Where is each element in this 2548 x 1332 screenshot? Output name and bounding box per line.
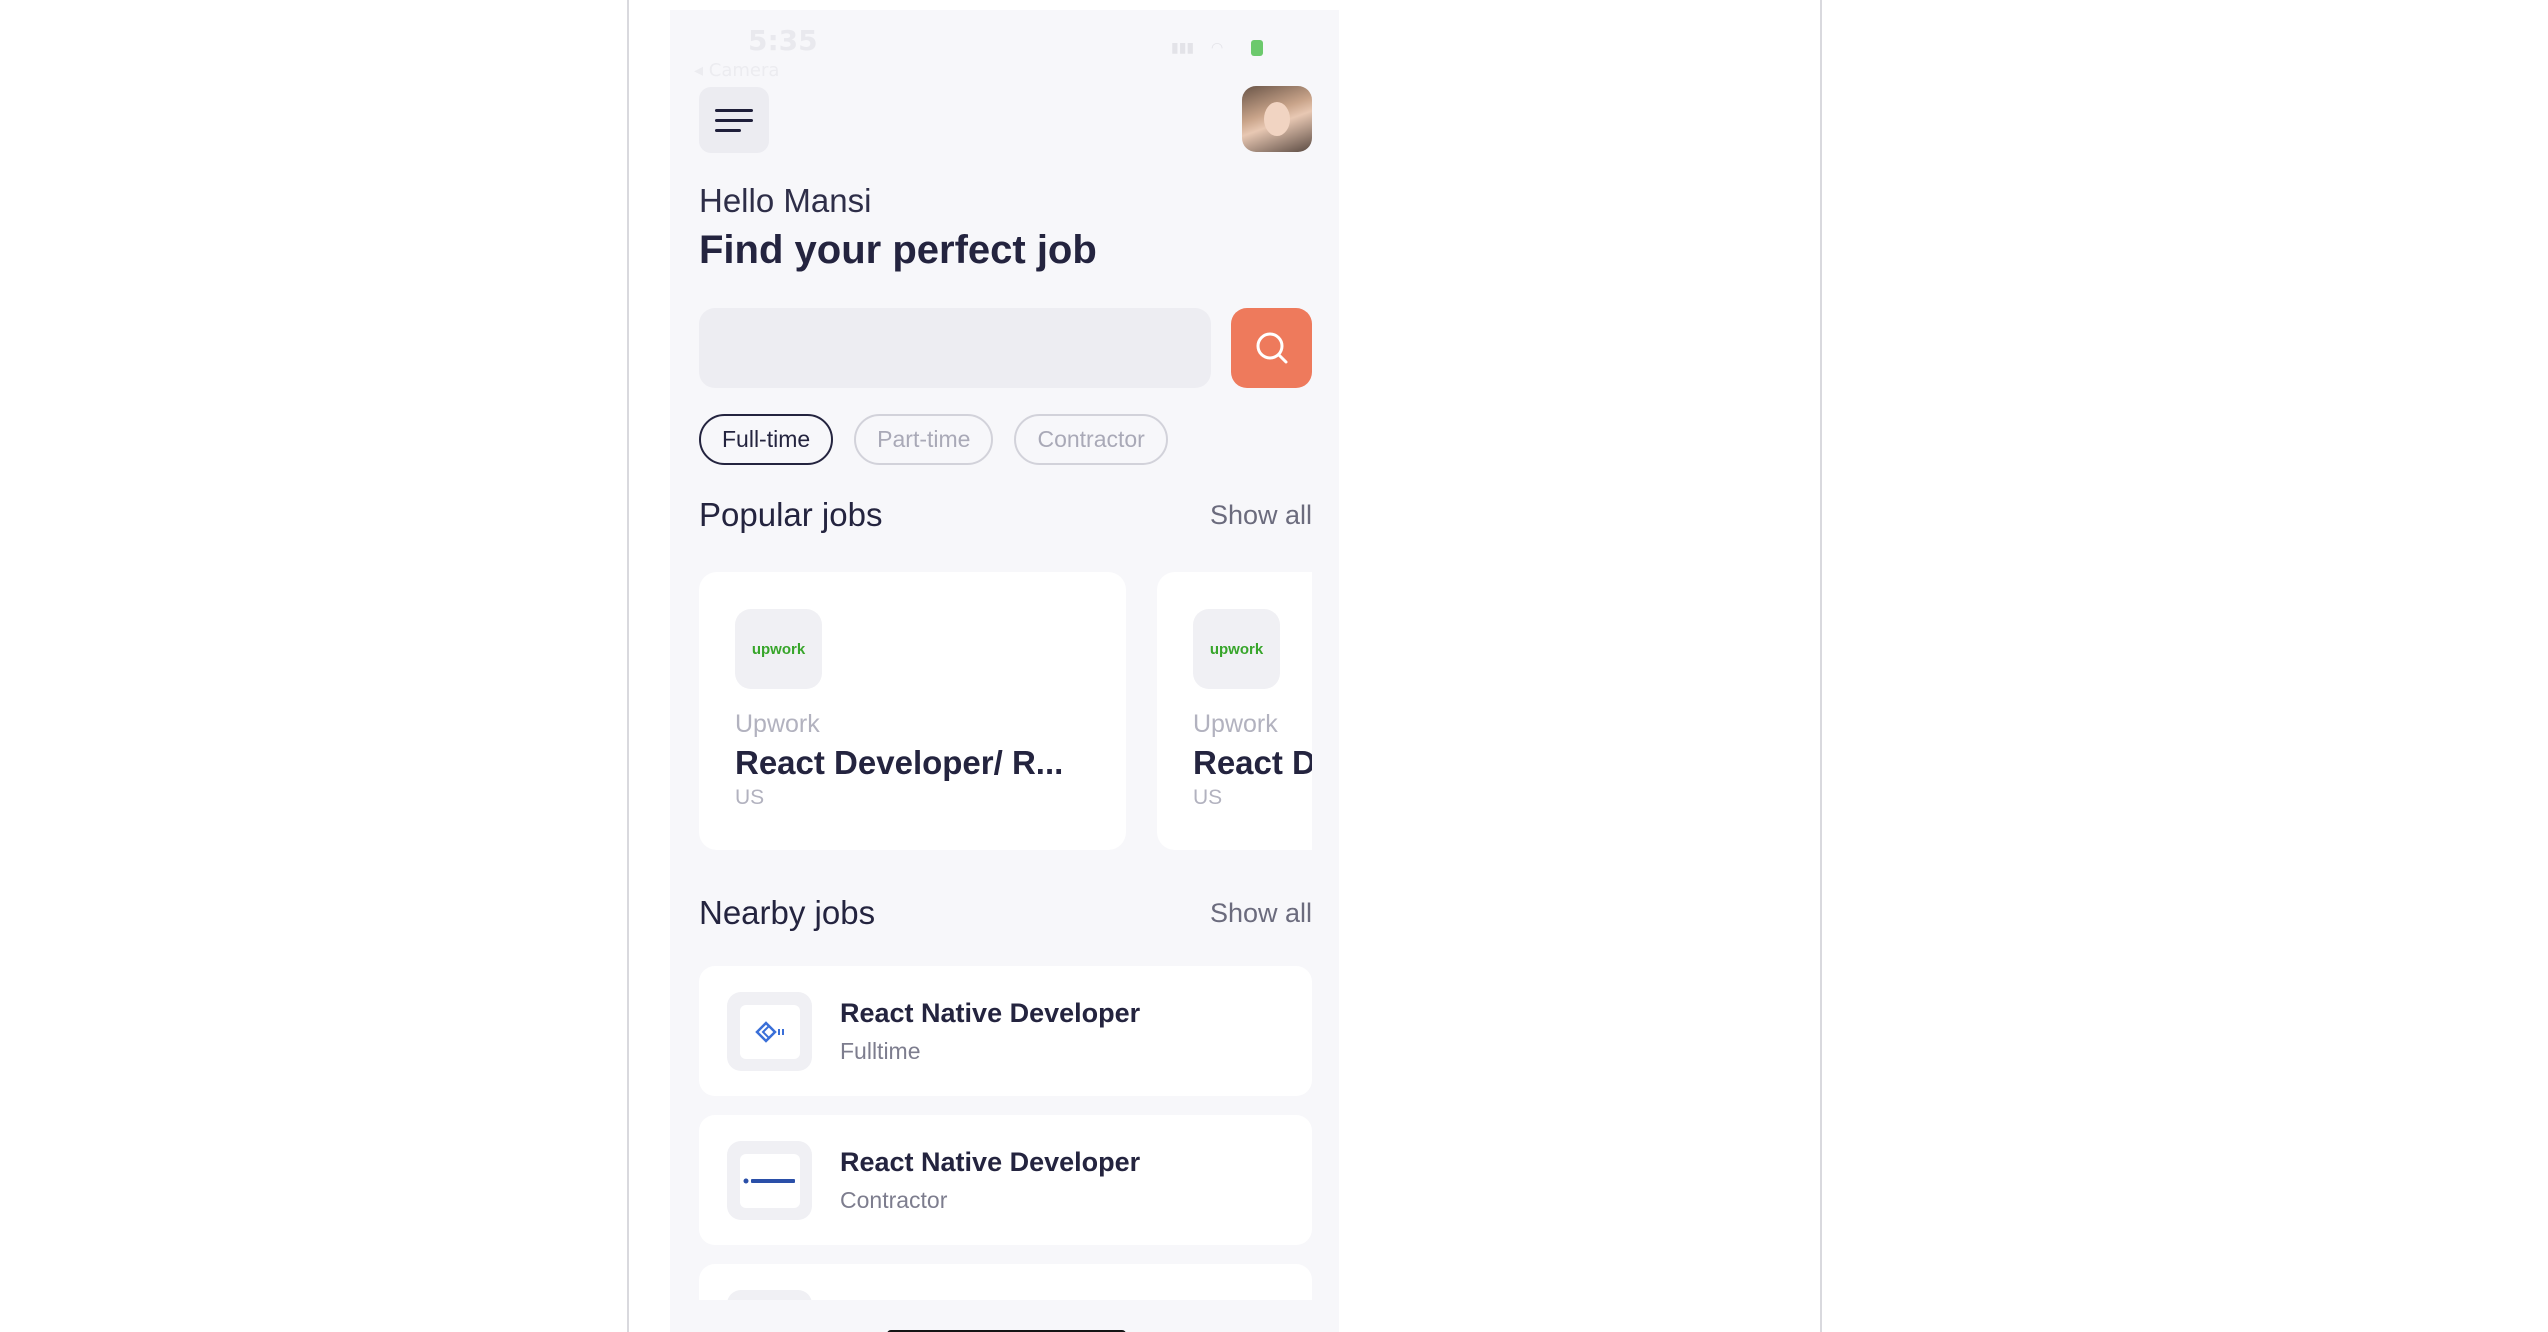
filter-chip-full-time[interactable]: Full-time [699, 414, 834, 465]
job-title: React Native Developer [840, 998, 1141, 1028]
wifi-icon: ◠ [1211, 40, 1224, 56]
status-back-link[interactable]: ◂ Camera [694, 60, 779, 81]
nearby-job-item[interactable]: React Native Developer Fulltime [699, 966, 1312, 1096]
frame-left-border [627, 0, 629, 1332]
frame-right-border [1820, 0, 1822, 1332]
popular-jobs-title: Popular jobs [699, 496, 883, 533]
job-title: React Native Developer [840, 1147, 1141, 1177]
company-logo-icon [727, 992, 812, 1071]
scroll-fade [670, 1300, 1339, 1332]
job-type-filters: Full-time Part-time Contractor [699, 414, 1168, 465]
popular-job-card[interactable]: upwork Upwork React D US [1157, 572, 1312, 850]
job-location: US [735, 786, 765, 809]
filter-chip-contractor[interactable]: Contractor [1014, 414, 1168, 465]
search-button[interactable] [1231, 308, 1312, 388]
job-type: Contractor [840, 1187, 948, 1213]
greeting-text: Hello Mansi [699, 182, 872, 219]
company-wordmark-icon [743, 1178, 795, 1183]
page-title: Find your perfect job [699, 228, 1097, 272]
nearby-jobs-title: Nearby jobs [699, 894, 876, 931]
job-type: Fulltime [840, 1038, 921, 1064]
job-company: Upwork [1193, 710, 1278, 738]
avatar[interactable] [1242, 86, 1312, 152]
popular-jobs-carousel[interactable]: upwork Upwork React Developer/ R... US u… [699, 572, 1312, 850]
avatar-face [1264, 102, 1290, 136]
popular-show-all-link[interactable]: Show all [1210, 500, 1312, 531]
job-company: Upwork [735, 710, 820, 738]
status-icons: ▮▮▮ ◠ [1171, 40, 1263, 56]
nearby-job-item[interactable]: React Native Developer Contractor [699, 1115, 1312, 1245]
upwork-logo-icon: upwork [1193, 609, 1280, 689]
signal-icon: ▮▮▮ [1171, 40, 1195, 56]
job-title: React Developer/ R... [735, 744, 1064, 781]
phone-screen: 5:35 ◂ Camera ▮▮▮ ◠ Hello Mansi Find you… [670, 10, 1339, 1332]
status-time: 5:35 [748, 24, 818, 57]
job-location: US [1193, 786, 1223, 809]
upwork-logo-icon: upwork [735, 609, 822, 689]
popular-job-card[interactable]: upwork Upwork React Developer/ R... US [699, 572, 1126, 850]
diamond-logo-icon [754, 1020, 784, 1043]
job-title: React D [1193, 744, 1312, 781]
menu-button[interactable] [699, 87, 769, 153]
search-icon [1256, 332, 1287, 364]
hamburger-menu-icon [715, 108, 753, 112]
company-logo-icon [727, 1141, 812, 1220]
battery-icon [1251, 40, 1263, 56]
nearby-show-all-link[interactable]: Show all [1210, 898, 1312, 929]
search-input[interactable] [699, 308, 1211, 388]
filter-chip-part-time[interactable]: Part-time [854, 414, 994, 465]
